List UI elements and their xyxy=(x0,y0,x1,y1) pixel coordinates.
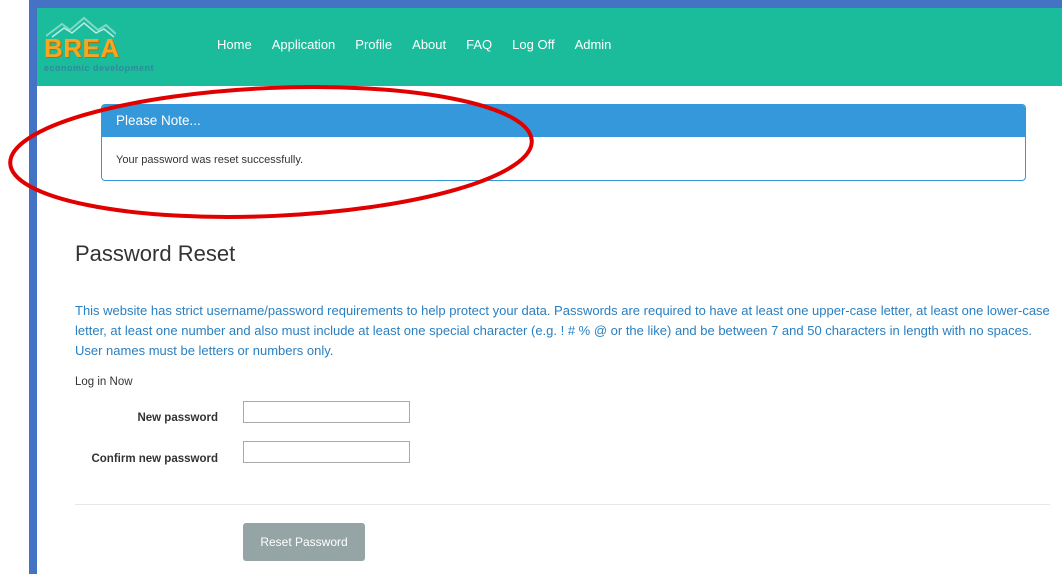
notice-heading: Please Note... xyxy=(102,105,1025,137)
page-title: Password Reset xyxy=(75,241,236,266)
new-password-input[interactable] xyxy=(243,401,410,423)
notice-panel: Please Note... Your password was reset s… xyxy=(101,104,1026,181)
page: BREA economic development Home Applicati… xyxy=(0,0,1062,574)
window-border-left xyxy=(29,0,37,574)
form-divider xyxy=(75,504,1050,505)
nav-home[interactable]: Home xyxy=(217,37,252,52)
confirm-password-input[interactable] xyxy=(243,441,410,463)
notice-message: Your password was reset successfully. xyxy=(116,154,304,166)
brand-tagline: economic development xyxy=(44,63,155,73)
red-ellipse-annotation xyxy=(8,85,534,219)
nav-about[interactable]: About xyxy=(412,37,446,52)
brand-logo[interactable]: BREA economic development xyxy=(44,16,194,86)
password-requirements-text: This website has strict username/passwor… xyxy=(75,303,1050,358)
confirm-password-label: Confirm new password xyxy=(91,453,218,465)
nav-admin[interactable]: Admin xyxy=(575,37,612,52)
login-now-label: Log in Now xyxy=(75,376,133,388)
brand-name: BREA xyxy=(44,33,120,63)
nav-application[interactable]: Application xyxy=(272,37,336,52)
reset-password-button[interactable]: Reset Password xyxy=(243,523,365,561)
new-password-label: New password xyxy=(137,412,218,424)
nav-profile[interactable]: Profile xyxy=(355,37,392,52)
main-nav: Home Application Profile About FAQ Log O… xyxy=(217,37,631,52)
nav-faq[interactable]: FAQ xyxy=(466,37,492,52)
nav-log-off[interactable]: Log Off xyxy=(512,37,554,52)
window-border-top xyxy=(29,0,1062,8)
